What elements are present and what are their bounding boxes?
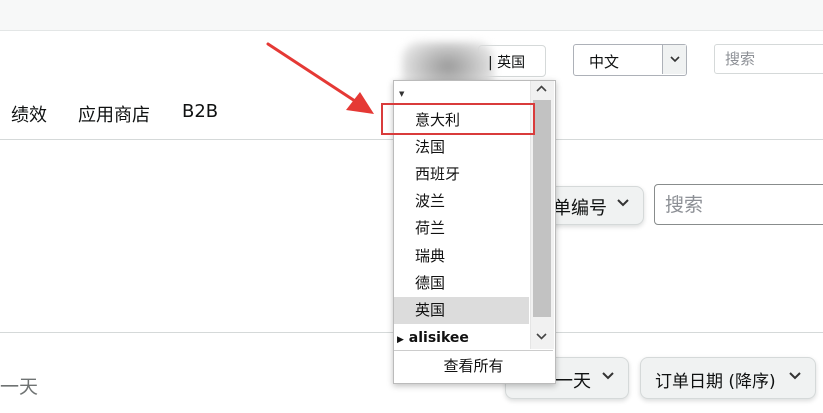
scroll-down-icon[interactable]	[536, 332, 547, 343]
nav-item-performance[interactable]: 绩效	[11, 101, 47, 127]
chevron-down-icon	[617, 199, 629, 207]
view-all-button[interactable]: 查看所有	[394, 351, 553, 381]
dropdown-item-france[interactable]: 法国	[394, 134, 529, 161]
nav-item-b2b[interactable]: B2B	[182, 101, 218, 122]
dropdown-item-poland[interactable]: 波兰	[394, 188, 529, 215]
chevron-down-icon	[789, 372, 801, 380]
dropdown-group-account[interactable]: ▶ alisikee	[397, 330, 469, 346]
marketplace-label: | 英国	[488, 55, 526, 71]
search-type-label: 单编号	[553, 198, 607, 219]
group-collapsed-triangle-icon: ▶	[397, 335, 404, 345]
chevron-down-icon	[669, 56, 680, 63]
group-expand-triangle-icon: ▼	[399, 90, 405, 98]
annotation-highlight-box	[381, 103, 535, 135]
language-selected-value: 中文	[589, 53, 620, 71]
scroll-up-icon[interactable]	[536, 84, 547, 95]
results-range-text: 一天	[0, 376, 39, 398]
dropdown-item-germany[interactable]: 德国	[394, 270, 529, 297]
sort-order-label: 订单日期 (降序)	[655, 372, 776, 392]
dropdown-group-label: alisikee	[408, 330, 469, 346]
dropdown-item-netherlands[interactable]: 荷兰	[394, 215, 529, 242]
red-arrow-icon	[266, 42, 374, 114]
dropdown-item-uk[interactable]: 英国	[394, 297, 529, 324]
language-select-arrow[interactable]	[662, 45, 686, 74]
dropdown-item-spain[interactable]: 西班牙	[394, 161, 529, 188]
order-search-input[interactable]	[654, 184, 823, 225]
chevron-down-icon	[602, 372, 614, 380]
dropdown-item-sweden[interactable]: 瑞典	[394, 243, 529, 270]
nav-item-appstore[interactable]: 应用商店	[78, 101, 150, 127]
date-range-label: 一天	[555, 371, 591, 392]
header-search-input[interactable]	[714, 44, 823, 74]
top-strip	[0, 0, 823, 31]
dropdown-scrollbar-thumb[interactable]	[533, 100, 551, 317]
